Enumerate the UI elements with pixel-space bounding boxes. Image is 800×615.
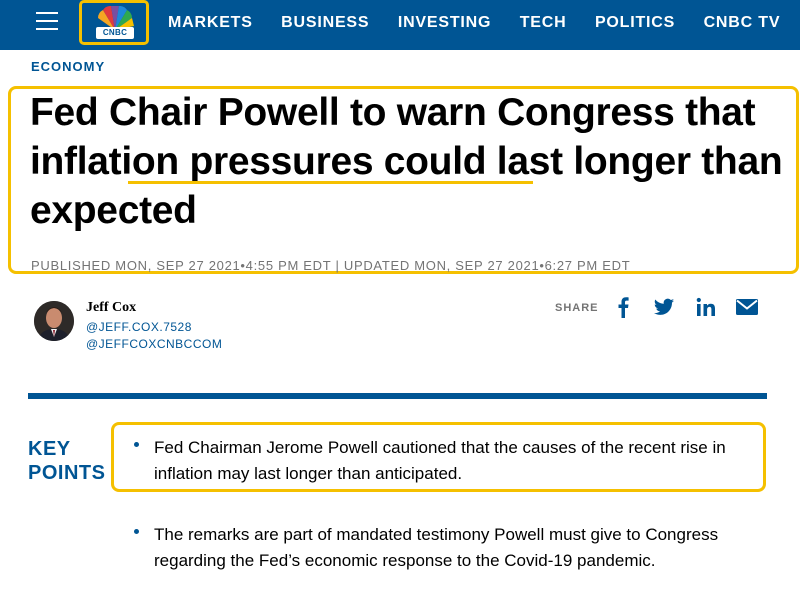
key-points-divider [28,393,767,399]
top-nav-bar: CNBC MARKETS BUSINESS INVESTING TECH POL… [0,0,800,50]
nav-item-markets[interactable]: MARKETS [168,14,253,32]
facebook-glyph [618,297,629,318]
linkedin-glyph [696,297,715,316]
nav-item-business[interactable]: BUSINESS [281,14,369,32]
linkedin-icon[interactable] [696,296,716,318]
nav-item-investing[interactable]: INVESTING [398,14,491,32]
nav-item-tech[interactable]: TECH [520,14,567,32]
email-icon[interactable] [735,296,759,318]
nav-item-cnbc-tv[interactable]: CNBC TV [704,14,781,32]
email-glyph [736,299,758,315]
article-headline: Fed Chair Powell to warn Congress that i… [30,88,798,235]
section-label[interactable]: ECONOMY [31,59,105,74]
author-avatar[interactable] [34,301,74,341]
headline-highlight: inflation pressures [30,140,374,183]
twitter-glyph [653,298,675,315]
author-name[interactable]: Jeff Cox [86,300,136,316]
key-points-label-line2: POINTS [28,462,106,484]
bullet-icon [134,442,139,447]
hamburger-menu-icon[interactable] [36,12,58,30]
key-points-label: KEY POINTS [28,437,105,485]
key-point-2: The remarks are part of mandated testimo… [154,525,719,570]
key-point-1: Fed Chairman Jerome Powell cautioned tha… [154,438,726,483]
publish-timestamp: PUBLISHED MON, SEP 27 2021•4:55 PM EDT |… [31,258,631,273]
author-handle-twitter[interactable]: @JEFFCOXCNBCCOM [86,337,222,351]
headline-underline [128,181,533,184]
logo-wordmark: CNBC [96,27,134,39]
share-label: SHARE [555,302,599,314]
twitter-icon[interactable] [653,296,675,318]
avatar-portrait [34,301,74,341]
nav-item-politics[interactable]: POLITICS [595,14,675,32]
facebook-icon[interactable] [617,296,629,318]
author-handle-facebook[interactable]: @JEFF.COX.7528 [86,320,192,334]
key-points-label-line1: KEY [28,438,71,460]
main-nav: MARKETS BUSINESS INVESTING TECH POLITICS… [168,14,800,32]
cnbc-logo[interactable]: CNBC [79,0,149,45]
bullet-icon [134,529,139,534]
headline-part-1: Fed Chair Powell to warn Congress that [30,91,756,134]
